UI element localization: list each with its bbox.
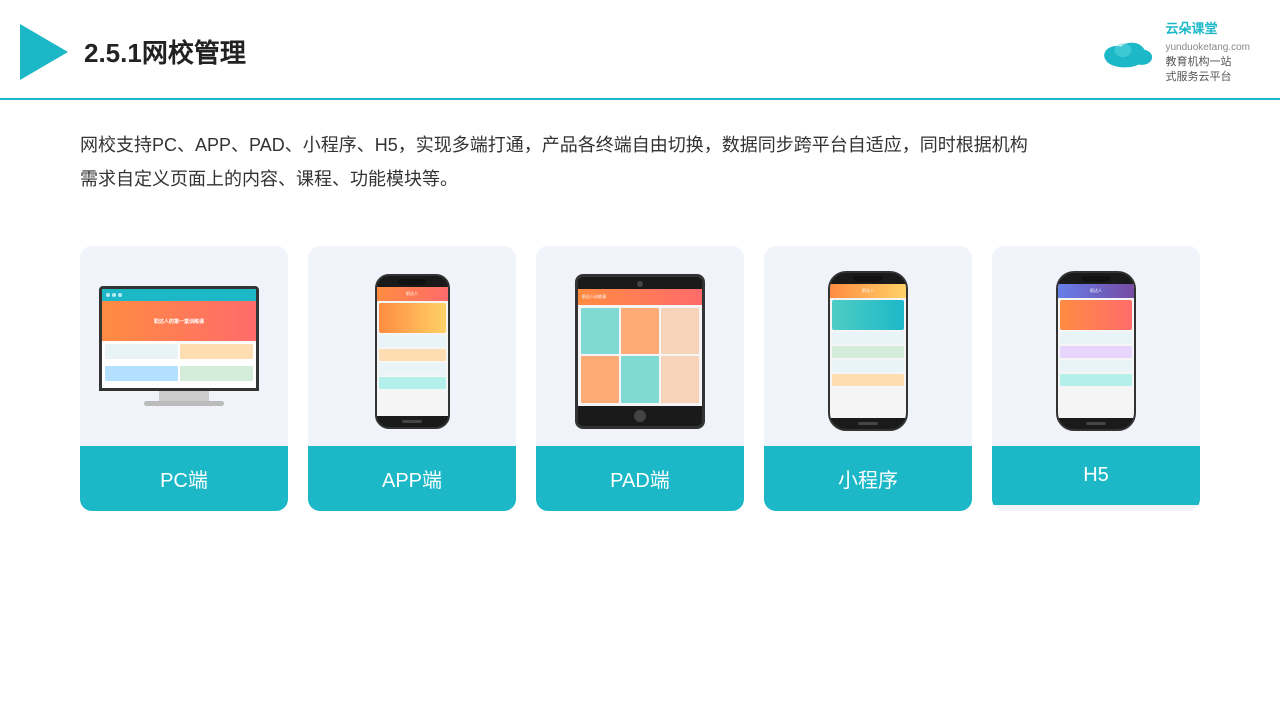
header: 2.5.1网校管理 云朵课堂 yunduoketang.com 教育机构一站式服…: [0, 0, 1280, 100]
pc-mockup: 职达人的第一堂训练课: [99, 286, 269, 416]
card-h5: 职达人 H5: [992, 246, 1200, 511]
app-phone-header: 职达人: [377, 287, 448, 301]
pad-cell-1: [581, 308, 619, 355]
card-app: 职达人 APP端: [308, 246, 516, 511]
header-left: 2.5.1网校管理: [20, 24, 246, 80]
pad-screen-content: 职达人训练课: [578, 289, 702, 406]
miniprogram-screen: 职达人: [830, 284, 906, 418]
miniprogram-body: [830, 298, 906, 418]
app-phone-mockup: 职达人: [375, 274, 450, 429]
pc-hero: 职达人的第一堂训练课: [102, 301, 256, 341]
miniprogram-row-1: [832, 332, 904, 344]
pad-tablet-screen: 职达人训练课: [578, 289, 702, 406]
h5-phone-mockup: 职达人: [1056, 271, 1136, 431]
miniprogram-header-text: 职达人: [862, 288, 874, 294]
pad-cell-6: [661, 356, 699, 403]
app-phone-screen: 职达人: [377, 287, 448, 416]
pad-camera: [637, 281, 643, 287]
pc-nav-dot: [106, 293, 110, 297]
miniprogram-row-4: [832, 374, 904, 386]
h5-notch: [1081, 276, 1111, 282]
miniprogram-row-3: [832, 360, 904, 372]
miniprogram-notch: [853, 276, 883, 282]
card-pad-image-area: 职达人训练课: [536, 246, 744, 446]
pc-mini-card-3: [105, 366, 178, 381]
app-screen-content: 职达人: [377, 287, 448, 416]
h5-screen: 职达人: [1058, 284, 1134, 418]
pad-top-bar: 职达人训练课: [578, 289, 702, 305]
pc-mini-card-1: [105, 344, 178, 359]
app-banner: [379, 303, 446, 333]
pad-cell-5: [621, 356, 659, 403]
pc-hero-text: 职达人的第一堂训练课: [154, 318, 204, 325]
miniprogram-banner: [832, 300, 904, 330]
header-right: 云朵课堂 yunduoketang.com 教育机构一站式服务云平台: [1099, 18, 1250, 86]
h5-row-1: [1060, 332, 1132, 344]
brand-name: 云朵课堂: [1165, 18, 1250, 37]
pc-body: [102, 341, 256, 388]
app-row-4: [379, 377, 446, 389]
description-text: 网校支持PC、APP、PAD、小程序、H5，实现多端打通，产品各终端自由切换，数…: [0, 100, 1280, 206]
card-h5-label: H5: [992, 446, 1200, 505]
app-row-1: [379, 335, 446, 347]
h5-row-4: [1060, 374, 1132, 386]
h5-header: 职达人: [1058, 284, 1134, 298]
card-pc-image-area: 职达人的第一堂训练课: [80, 246, 288, 446]
pad-tablet-mockup: 职达人训练课: [575, 274, 705, 429]
pad-cell-2: [621, 308, 659, 355]
brand-text: 云朵课堂 yunduoketang.com 教育机构一站式服务云平台: [1165, 18, 1250, 86]
brand-url: yunduoketang.com: [1165, 42, 1250, 53]
card-pad: 职达人训练课 PAD端: [536, 246, 744, 511]
h5-screen-content: 职达人: [1058, 284, 1134, 418]
pc-screen: 职达人的第一堂训练课: [99, 286, 259, 391]
miniprogram-header: 职达人: [830, 284, 906, 298]
h5-home-indicator: [1086, 422, 1106, 425]
pad-cell-3: [661, 308, 699, 355]
cloud-icon: [1099, 34, 1159, 70]
miniprogram-screen-content: 职达人: [830, 284, 906, 418]
miniprogram-phone-mockup: 职达人: [828, 271, 908, 431]
pc-nav-dot2: [112, 293, 116, 297]
pc-mini-card-2: [180, 344, 253, 359]
pad-home-button: [634, 410, 646, 422]
pc-screen-content: 职达人的第一堂训练课: [102, 289, 256, 388]
app-row-2: [379, 349, 446, 361]
card-miniprogram-image-area: 职达人: [764, 246, 972, 446]
card-pc: 职达人的第一堂训练课 PC端: [80, 246, 288, 511]
app-home-indicator: [402, 420, 422, 423]
pc-mini-card-4: [180, 366, 253, 381]
card-pad-label: PAD端: [536, 446, 744, 511]
cards-section: 职达人的第一堂训练课 PC端: [0, 216, 1280, 541]
h5-row-2: [1060, 346, 1132, 358]
description-paragraph: 网校支持PC、APP、PAD、小程序、H5，实现多端打通，产品各终端自由切换，数…: [80, 128, 1200, 196]
pad-top-text: 职达人训练课: [582, 294, 606, 300]
card-app-label: APP端: [308, 446, 516, 511]
pc-base: [144, 401, 224, 406]
h5-header-text: 职达人: [1090, 288, 1102, 294]
app-header-text: 职达人: [406, 291, 418, 297]
pc-nav-dot3: [118, 293, 122, 297]
app-phone-body: [377, 301, 448, 416]
miniprogram-row-2: [832, 346, 904, 358]
logo-triangle-icon: [20, 24, 68, 80]
pc-nav-bar: [102, 289, 256, 301]
card-miniprogram-label: 小程序: [764, 446, 972, 511]
card-pc-label: PC端: [80, 446, 288, 511]
h5-row-3: [1060, 360, 1132, 372]
card-app-image-area: 职达人: [308, 246, 516, 446]
miniprogram-home-indicator: [858, 422, 878, 425]
page-title: 2.5.1网校管理: [84, 33, 246, 70]
card-miniprogram: 职达人 小程序: [764, 246, 972, 511]
brand-tagline: 教育机构一站式服务云平台: [1165, 55, 1250, 86]
h5-banner: [1060, 300, 1132, 330]
app-phone-notch: [398, 279, 426, 285]
h5-body: [1058, 298, 1134, 418]
brand-logo: 云朵课堂 yunduoketang.com 教育机构一站式服务云平台: [1099, 18, 1250, 86]
app-row-3: [379, 363, 446, 375]
pc-stand: [159, 391, 209, 401]
card-h5-image-area: 职达人: [992, 246, 1200, 446]
pad-cell-4: [581, 356, 619, 403]
pad-grid: [578, 305, 702, 406]
